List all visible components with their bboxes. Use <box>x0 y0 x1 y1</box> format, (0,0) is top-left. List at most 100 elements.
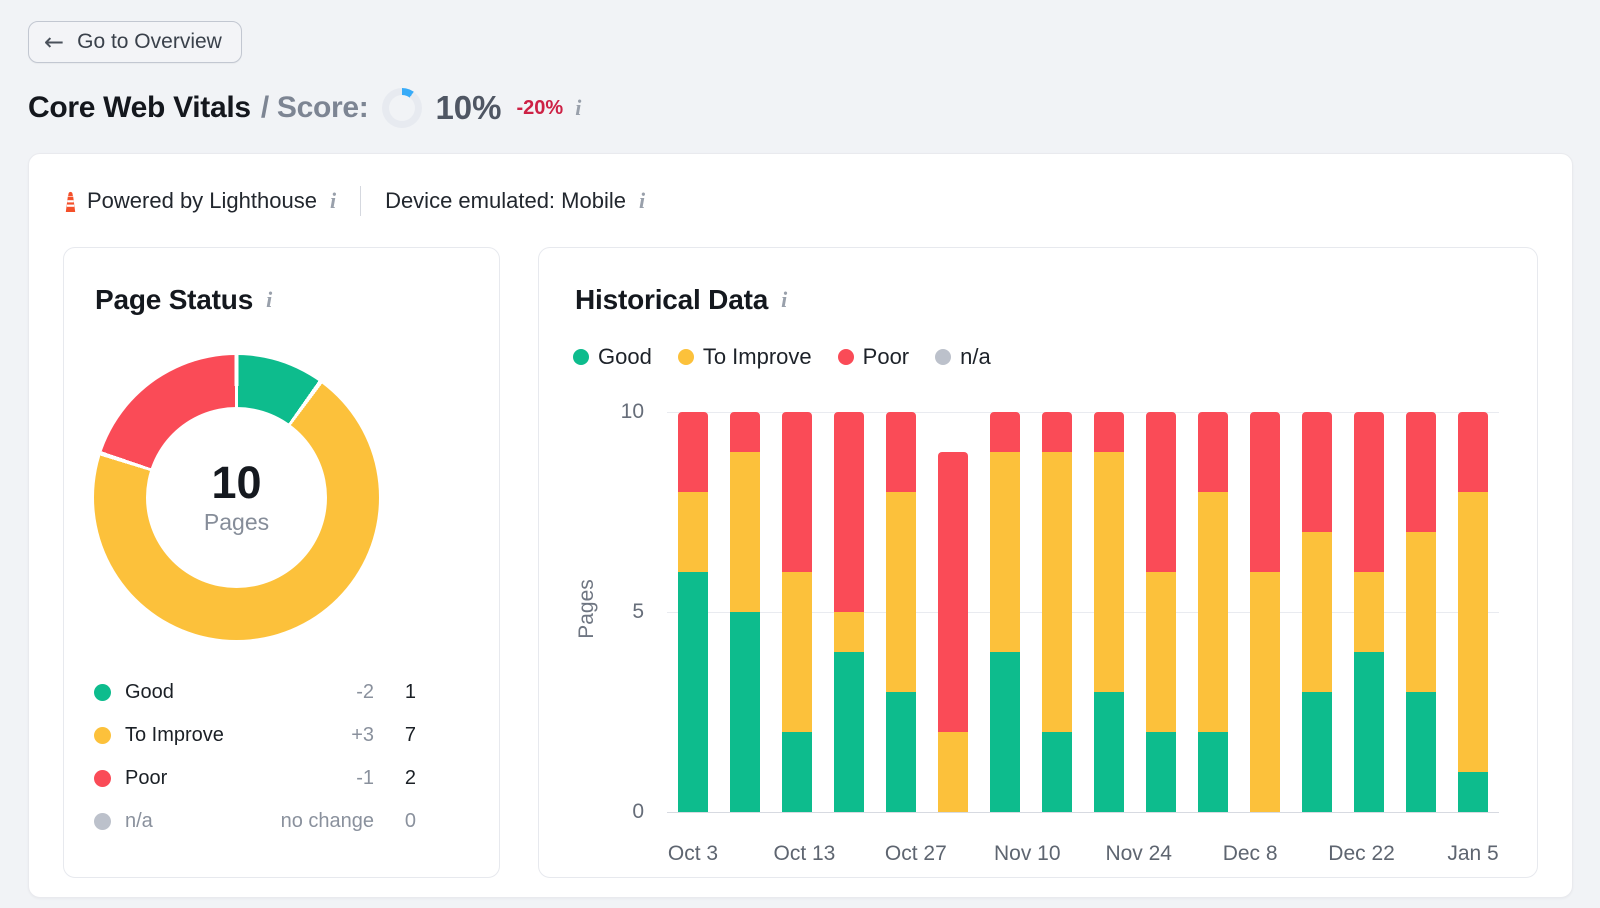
bar-segment-good <box>1406 692 1436 812</box>
x-axis-label: Nov 10 <box>994 842 1061 866</box>
bar-segment-to-improve <box>1354 572 1384 652</box>
bar[interactable] <box>1458 412 1488 812</box>
y-tick-label: 10 <box>584 399 644 425</box>
historical-legend: Good To Improve Poor n/a <box>573 344 991 370</box>
lighthouse-icon <box>64 190 77 212</box>
bar-segment-good <box>1458 772 1488 812</box>
bar-segment-to-improve <box>1094 452 1124 692</box>
donut-total: 10 <box>211 459 261 506</box>
bar[interactable] <box>886 412 916 812</box>
legend-item-na[interactable]: n/a <box>935 344 991 370</box>
legend-label: To Improve <box>125 724 224 747</box>
page-status-title: Page Status <box>95 284 253 316</box>
meta-divider <box>360 186 361 216</box>
legend-item-label: To Improve <box>703 344 812 370</box>
poor-dot-icon <box>94 770 111 787</box>
legend-label: n/a <box>125 810 153 833</box>
bar-segment-good <box>730 612 760 812</box>
page-status-card: Page Status i 10 Pages Good -2 1 To Impr… <box>63 247 500 878</box>
bar-segment-poor <box>1354 412 1384 572</box>
legend-item-good[interactable]: Good <box>573 344 652 370</box>
bar-segment-poor <box>834 412 864 612</box>
bar-segment-to-improve <box>834 612 864 652</box>
bar-segment-to-improve <box>886 492 916 692</box>
bar[interactable] <box>1302 412 1332 812</box>
powered-by-info-icon[interactable]: i <box>330 190 336 212</box>
legend-label: Good <box>125 681 174 704</box>
bar-segment-to-improve <box>782 572 812 732</box>
legend-item-label: n/a <box>960 344 991 370</box>
bar-segment-poor <box>938 452 968 732</box>
bar-segment-poor <box>730 412 760 452</box>
legend-row-to-improve: To Improve +3 7 <box>94 714 416 757</box>
bar[interactable] <box>1406 412 1436 812</box>
bar-segment-good <box>1354 652 1384 812</box>
na-dot-icon <box>935 349 951 365</box>
bar[interactable] <box>834 412 864 812</box>
page-status-info-icon[interactable]: i <box>266 289 272 311</box>
bar-segment-to-improve <box>1458 492 1488 772</box>
device-emulated-label: Device emulated: Mobile <box>385 188 626 214</box>
bar-segment-to-improve <box>1042 452 1072 732</box>
x-axis-label: Dec 22 <box>1328 842 1395 866</box>
bar-segment-to-improve <box>1198 492 1228 732</box>
bar-segment-to-improve <box>730 452 760 612</box>
bar[interactable] <box>938 412 968 812</box>
donut-center: 10 Pages <box>94 355 379 640</box>
meta-bar: Powered by Lighthouse i Device emulated:… <box>64 186 645 216</box>
legend-item-poor[interactable]: Poor <box>838 344 909 370</box>
bar[interactable] <box>730 412 760 812</box>
bar[interactable] <box>990 412 1020 812</box>
x-axis-label: Oct 27 <box>885 842 947 866</box>
bar-segment-good <box>1042 732 1072 812</box>
bar[interactable] <box>1354 412 1384 812</box>
legend-change: -1 <box>356 767 374 790</box>
bar-segment-good <box>834 652 864 812</box>
back-button[interactable]: ← Go to Overview <box>28 21 242 63</box>
bar[interactable] <box>1042 412 1072 812</box>
legend-change: -2 <box>356 681 374 704</box>
legend-value: 0 <box>374 810 416 833</box>
score-value: 10% <box>435 89 501 127</box>
donut-total-label: Pages <box>204 509 269 536</box>
bar-segment-poor <box>1094 412 1124 452</box>
bar[interactable] <box>1198 412 1228 812</box>
core-web-vitals-panel: Powered by Lighthouse i Device emulated:… <box>28 153 1573 898</box>
page-status-donut[interactable]: 10 Pages <box>94 355 379 640</box>
score-delta: -20% <box>517 97 564 120</box>
bar-segment-good <box>1146 732 1176 812</box>
page-header: Core Web Vitals / Score: 10% -20% i <box>28 86 581 130</box>
bar[interactable] <box>1250 412 1280 812</box>
bar-segment-poor <box>886 412 916 492</box>
bar-segment-to-improve <box>990 452 1020 652</box>
score-info-icon[interactable]: i <box>575 97 581 119</box>
bar[interactable] <box>782 412 812 812</box>
bar-segment-to-improve <box>1250 572 1280 812</box>
bar-segment-to-improve <box>678 492 708 572</box>
page-status-legend: Good -2 1 To Improve +3 7 Poor -1 2 n/a … <box>94 671 416 843</box>
legend-value: 2 <box>374 767 416 790</box>
poor-dot-icon <box>838 349 854 365</box>
back-button-label: Go to Overview <box>77 30 222 54</box>
historical-card: Historical Data i Good To Improve Poor n… <box>538 247 1538 878</box>
bar-segment-to-improve <box>1146 572 1176 732</box>
bar-segment-poor <box>782 412 812 572</box>
bar-segment-poor <box>990 412 1020 452</box>
historical-info-icon[interactable]: i <box>781 289 787 311</box>
bar-segment-to-improve <box>1302 532 1332 692</box>
bar[interactable] <box>1146 412 1176 812</box>
x-axis-label: Nov 24 <box>1105 842 1172 866</box>
device-info-icon[interactable]: i <box>639 190 645 212</box>
na-dot-icon <box>94 813 111 830</box>
bar-segment-poor <box>1250 412 1280 572</box>
bar[interactable] <box>1094 412 1124 812</box>
bar[interactable] <box>678 412 708 812</box>
legend-item-label: Good <box>598 344 652 370</box>
bar-segment-poor <box>1458 412 1488 492</box>
y-tick-label: 5 <box>584 599 644 625</box>
legend-item-to-improve[interactable]: To Improve <box>678 344 812 370</box>
bar-segment-to-improve <box>938 732 968 812</box>
legend-row-poor: Poor -1 2 <box>94 757 416 800</box>
page-title: Core Web Vitals <box>28 91 251 125</box>
good-dot-icon <box>573 349 589 365</box>
